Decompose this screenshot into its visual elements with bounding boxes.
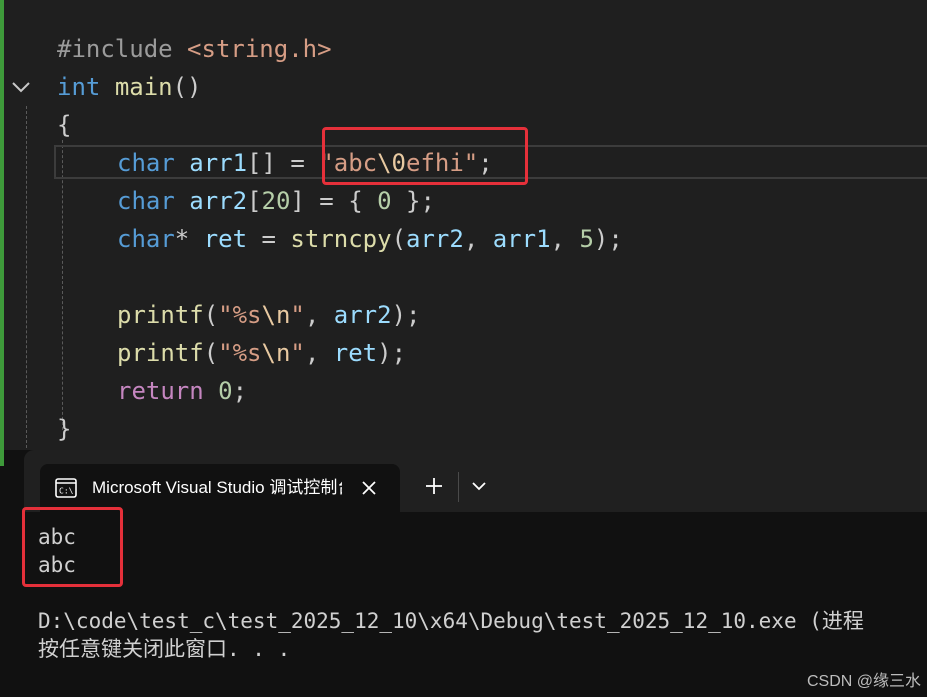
- code-token: strncpy: [290, 225, 392, 253]
- code-token: main: [114, 73, 173, 101]
- code-token: ;: [232, 377, 248, 405]
- exit-message: D:\code\test_c\test_2025_12_10\x64\Debug…: [38, 609, 864, 633]
- code-token: char: [117, 225, 175, 253]
- scope-guide: [26, 106, 27, 448]
- tab-debug-console[interactable]: C:\ Microsoft Visual Studio 调试控制台: [40, 464, 400, 512]
- code-editor[interactable]: #include <string.h> int main(){char arr1[…: [0, 0, 927, 450]
- git-change-bar: [0, 0, 4, 450]
- chevron-down-icon[interactable]: [9, 76, 33, 98]
- highlight-box-output: [22, 507, 123, 587]
- code-token: (: [391, 225, 407, 253]
- code-token: );: [377, 339, 407, 367]
- code-line[interactable]: }: [57, 410, 71, 448]
- code-token: ,: [463, 225, 493, 253]
- close-prompt: 按任意键关闭此窗口. . .: [38, 637, 291, 661]
- code-token: printf: [117, 301, 204, 329]
- code-token: ] = {: [290, 187, 378, 215]
- code-token: 5: [579, 225, 594, 253]
- code-token: arr1: [189, 149, 248, 177]
- code-token: arr1: [492, 225, 551, 253]
- plus-icon[interactable]: [422, 474, 446, 498]
- svg-text:C:\: C:\: [59, 487, 74, 496]
- highlight-box-string: [322, 127, 528, 185]
- tab-divider: [458, 472, 459, 502]
- code-token: ret: [333, 339, 378, 367]
- code-token: }: [57, 415, 72, 443]
- code-token: char: [117, 187, 175, 215]
- code-token: \n: [261, 301, 291, 329]
- code-token: ,: [304, 301, 334, 329]
- watermark: CSDN @缘三水: [806, 673, 921, 690]
- chevron-down-icon[interactable]: [469, 476, 489, 496]
- code-token: \n: [261, 339, 291, 367]
- debug-console[interactable]: C:\ Microsoft Visual Studio 调试控制台 abc ab…: [0, 450, 927, 697]
- code-token: ": [290, 339, 305, 367]
- code-token: #include: [57, 35, 188, 63]
- code-token: =: [247, 225, 291, 253]
- code-token: (: [203, 339, 219, 367]
- console-icon: C:\: [55, 478, 77, 498]
- code-token: ,: [304, 339, 334, 367]
- code-token: arr2: [406, 225, 464, 253]
- code-token: );: [391, 301, 421, 329]
- code-token: [] =: [247, 149, 320, 177]
- code-line[interactable]: #include <string.h>: [57, 30, 332, 68]
- code-line[interactable]: int main(): [57, 68, 202, 106]
- code-token: 20: [261, 187, 291, 215]
- code-token: {: [57, 111, 72, 139]
- code-line[interactable]: char arr2[20] = { 0 };: [57, 182, 435, 220]
- code-token: printf: [117, 339, 204, 367]
- git-change-bar: [0, 450, 4, 466]
- tab-title: Microsoft Visual Studio 调试控制台: [92, 478, 342, 497]
- tab-strip: C:\ Microsoft Visual Studio 调试控制台: [24, 450, 927, 512]
- code-token: "%s: [218, 339, 262, 367]
- code-line[interactable]: printf("%s\n", arr2);: [57, 296, 420, 334]
- code-token: "%s: [218, 301, 262, 329]
- code-token: 0: [377, 187, 392, 215]
- code-line[interactable]: char* ret = strncpy(arr2, arr1, 5);: [57, 220, 623, 258]
- close-icon[interactable]: [358, 477, 380, 499]
- code-token: <string.h>: [187, 35, 332, 63]
- code-token: ret: [203, 225, 248, 253]
- code-token: int: [57, 73, 101, 101]
- code-token: char: [117, 149, 175, 177]
- code-line[interactable]: printf("%s\n", ret);: [57, 334, 406, 372]
- code-token: (: [203, 301, 219, 329]
- code-token: return: [117, 377, 204, 405]
- code-token: arr2: [333, 301, 392, 329]
- code-token: [: [247, 187, 262, 215]
- code-token: ,: [550, 225, 580, 253]
- code-token: );: [593, 225, 623, 253]
- code-token: arr2: [189, 187, 248, 215]
- code-line[interactable]: {: [57, 106, 71, 144]
- code-token: (): [172, 73, 202, 101]
- code-token: 0: [218, 377, 233, 405]
- code-line[interactable]: return 0;: [57, 372, 247, 410]
- code-token: };: [391, 187, 435, 215]
- code-token: *: [174, 225, 204, 253]
- code-token: ": [290, 301, 305, 329]
